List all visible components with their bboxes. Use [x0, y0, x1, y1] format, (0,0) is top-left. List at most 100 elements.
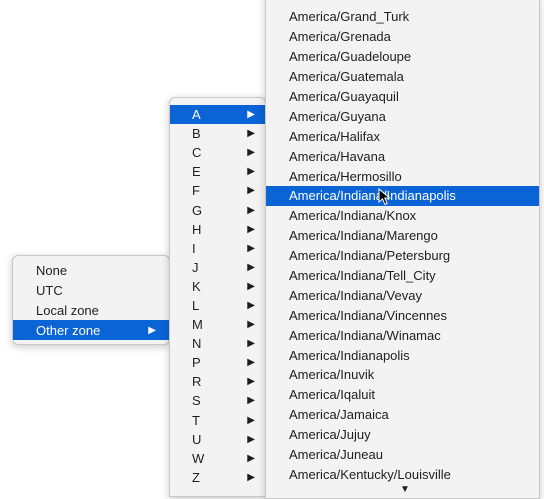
chevron-right-icon: ▶ — [247, 338, 255, 350]
letter-item-label: A — [192, 107, 201, 123]
chevron-right-icon: ▶ — [148, 324, 156, 336]
chevron-right-icon: ▶ — [247, 452, 255, 464]
letter-item-label: H — [192, 221, 202, 237]
letter-item-label: L — [192, 297, 200, 313]
zone-item-america-jamaica[interactable]: America/Jamaica — [266, 405, 539, 425]
letter-item-label: G — [192, 202, 203, 218]
letter-item-label: E — [192, 164, 201, 180]
zone-item-label: America/Guadeloupe — [289, 49, 412, 65]
zone-item-america-juneau[interactable]: America/Juneau — [266, 445, 539, 465]
letter-item-m[interactable]: M ▶ — [170, 315, 265, 334]
chevron-right-icon: ▶ — [247, 204, 255, 216]
zone-item-label: America/Inuvik — [289, 367, 375, 383]
zone-item-america-indiana-petersburg[interactable]: America/Indiana/Petersburg — [266, 246, 539, 266]
timezone-item-label: None — [36, 262, 68, 278]
zone-item-america-kentucky-louisville[interactable]: America/Kentucky/Louisville — [266, 464, 539, 484]
letter-item-c[interactable]: C ▶ — [170, 143, 265, 162]
timezone-item-local-zone[interactable]: Local zone — [13, 300, 169, 320]
letter-item-label: F — [192, 183, 200, 199]
zone-item-america-iqaluit[interactable]: America/Iqaluit — [266, 385, 539, 405]
zone-item-america-indiana-knox[interactable]: America/Indiana/Knox — [266, 206, 539, 226]
letter-item-l[interactable]: L ▶ — [170, 296, 265, 315]
timezone-item-utc[interactable]: UTC — [13, 280, 169, 300]
timezone-item-label: Local zone — [36, 302, 99, 318]
letter-item-z[interactable]: Z ▶ — [170, 468, 265, 487]
zone-item-label: America/Guatemala — [289, 69, 404, 85]
zone-item-label: America/Grand_Turk — [289, 9, 410, 25]
timezone-item-none[interactable]: None — [13, 260, 169, 280]
scroll-down-arrow-icon[interactable]: ▼ — [400, 484, 410, 495]
letter-item-f[interactable]: F ▶ — [170, 181, 265, 200]
letter-item-r[interactable]: R ▶ — [170, 372, 265, 391]
letter-item-j[interactable]: J ▶ — [170, 258, 265, 277]
letter-item-p[interactable]: P ▶ — [170, 353, 265, 372]
timezone-item-label: Other zone — [36, 322, 101, 338]
chevron-right-icon: ▶ — [247, 147, 255, 159]
chevron-right-icon: ▶ — [247, 376, 255, 388]
zone-item-label: America/Indianapolis — [289, 347, 410, 363]
letter-item-label: B — [192, 126, 201, 142]
letter-item-label: S — [192, 393, 201, 409]
zone-item-america-guayaquil[interactable]: America/Guayaquil — [266, 87, 539, 107]
zone-item-label: America/Indiana/Knox — [289, 208, 417, 224]
letter-item-label: P — [192, 355, 201, 371]
zone-item-label: America/Juneau — [289, 447, 383, 463]
zone-item-label: America/Indiana/Vincennes — [289, 307, 448, 323]
zone-item-america-grenada[interactable]: America/Grenada — [266, 27, 539, 47]
zone-item-label: America/Grenada — [289, 29, 391, 45]
zone-item-america-indiana-vincennes[interactable]: America/Indiana/Vincennes — [266, 305, 539, 325]
letter-item-label: U — [192, 431, 202, 447]
zone-item-america-inuvik[interactable]: America/Inuvik — [266, 365, 539, 385]
zone-item-america-halifax[interactable]: America/Halifax — [266, 126, 539, 146]
zone-submenu: America/Grand_Turk America/Grenada America… — [265, 0, 540, 499]
zone-item-label: America/Guyana — [289, 108, 386, 124]
zone-item-america-indiana-tell-city[interactable]: America/Indiana/Tell_City — [266, 266, 539, 286]
letter-item-label: W — [192, 450, 205, 466]
chevron-right-icon: ▶ — [247, 166, 255, 178]
letter-item-a[interactable]: A ▶ — [170, 105, 265, 125]
chevron-right-icon: ▶ — [247, 299, 255, 311]
letter-item-g[interactable]: G ▶ — [170, 200, 265, 219]
letter-item-label: M — [192, 317, 203, 333]
letter-item-label: R — [192, 374, 202, 390]
zone-item-america-guyana[interactable]: America/Guyana — [266, 106, 539, 126]
letter-item-label: K — [192, 278, 201, 294]
letter-item-e[interactable]: E ▶ — [170, 162, 265, 181]
zone-item-america-grand-turk[interactable]: America/Grand_Turk — [266, 7, 539, 27]
zone-item-label: America/Kentucky/Louisville — [289, 466, 451, 482]
zone-item-america-indianapolis[interactable]: America/Indianapolis — [266, 345, 539, 365]
chevron-right-icon: ▶ — [247, 223, 255, 235]
zone-item-label: America/Jamaica — [289, 407, 389, 423]
chevron-right-icon: ▶ — [247, 242, 255, 254]
zone-item-america-indiana-indianapolis[interactable]: America/Indiana/Indianapolis — [266, 186, 539, 206]
zone-item-america-hermosillo[interactable]: America/Hermosillo — [266, 166, 539, 186]
zone-item-america-havana[interactable]: America/Havana — [266, 146, 539, 166]
zone-item-label: America/Iqaluit — [289, 387, 375, 403]
letter-item-h[interactable]: H ▶ — [170, 220, 265, 239]
zone-item-america-indiana-marengo[interactable]: America/Indiana/Marengo — [266, 226, 539, 246]
zone-item-label: America/Indiana/Petersburg — [289, 248, 451, 264]
zone-item-america-indiana-winamac[interactable]: America/Indiana/Winamac — [266, 325, 539, 345]
chevron-right-icon: ▶ — [247, 109, 255, 121]
letter-item-n[interactable]: N ▶ — [170, 334, 265, 353]
zone-item-label: America/Indiana/Tell_City — [289, 268, 436, 284]
chevron-right-icon: ▶ — [247, 357, 255, 369]
letter-item-label: I — [192, 240, 196, 256]
letter-item-u[interactable]: U ▶ — [170, 430, 265, 449]
letter-item-s[interactable]: S ▶ — [170, 391, 265, 410]
letter-item-i[interactable]: I ▶ — [170, 239, 265, 258]
timezone-item-other-zone[interactable]: Other zone ▶ — [13, 320, 169, 340]
letter-item-b[interactable]: B ▶ — [170, 124, 265, 143]
letter-item-w[interactable]: W ▶ — [170, 449, 265, 468]
zone-item-label: America/Guayaquil — [289, 89, 399, 104]
zone-item-america-guatemala[interactable]: America/Guatemala — [266, 67, 539, 87]
letter-item-label: T — [192, 412, 200, 428]
zone-item-label: America/Jujuy — [289, 427, 371, 443]
zone-item-america-indiana-vevay[interactable]: America/Indiana/Vevay — [266, 285, 539, 305]
chevron-right-icon: ▶ — [247, 471, 255, 483]
letter-submenu: A ▶ B ▶ C ▶ E ▶ F ▶ G ▶ H ▶ I ▶ J ▶ K ▶ L ▶ M ▶ N ▶ P ▶ R ▶ S ▶ T ▶ U ▶ W ▶ Z ▶ — [169, 97, 266, 497]
zone-item-america-guadeloupe[interactable]: America/Guadeloupe — [266, 47, 539, 67]
letter-item-t[interactable]: T ▶ — [170, 411, 265, 430]
letter-item-k[interactable]: K ▶ — [170, 277, 265, 296]
zone-item-america-jujuy[interactable]: America/Jujuy — [266, 425, 539, 445]
